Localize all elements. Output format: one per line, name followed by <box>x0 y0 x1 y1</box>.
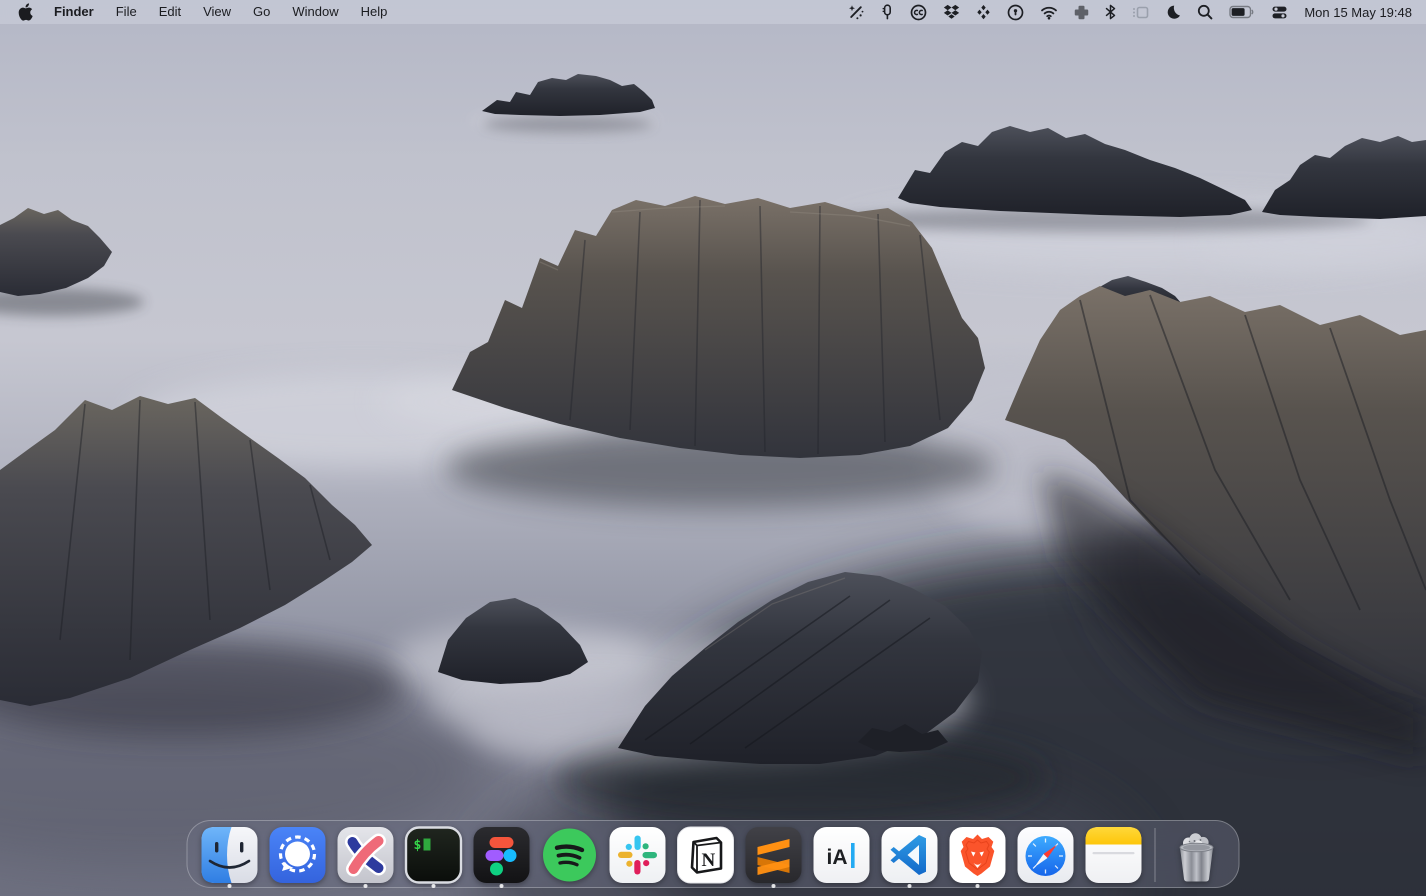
terminal-icon: $ <box>405 826 463 884</box>
dock-item-slack[interactable] <box>609 826 667 889</box>
finder-icon <box>201 826 259 884</box>
running-indicator <box>976 884 980 888</box>
key-pill-icon[interactable] <box>872 0 902 24</box>
battery-icon[interactable] <box>1221 0 1263 24</box>
vscode-icon <box>881 826 939 884</box>
notes-icon <box>1085 826 1143 884</box>
dock-item-terminal[interactable]: $ <box>405 826 463 889</box>
wallpaper-image <box>0 0 1426 896</box>
ia-writer-icon: iA <box>813 826 871 884</box>
adobe-creative-cloud-icon[interactable] <box>902 0 935 24</box>
menu-item-finder[interactable]: Finder <box>44 0 104 24</box>
spotify-icon <box>541 826 599 884</box>
control-center-icon[interactable] <box>1263 0 1296 24</box>
sidebar-display-icon[interactable] <box>1124 0 1157 24</box>
signal-icon <box>269 826 327 884</box>
running-indicator <box>228 884 232 888</box>
dock-item-notes[interactable] <box>1085 826 1143 889</box>
notion-n-glyph: N <box>702 850 716 871</box>
brave-icon <box>949 826 1007 884</box>
dock-item-craft[interactable] <box>337 826 395 889</box>
menu-item-edit[interactable]: Edit <box>149 0 191 24</box>
menu-bar-clock[interactable]: Mon 15 May 19:48 <box>1296 5 1414 20</box>
dock-item-figma[interactable] <box>473 826 531 889</box>
menu-item-help[interactable]: Help <box>351 0 398 24</box>
running-indicator <box>364 884 368 888</box>
running-indicator <box>500 884 504 888</box>
menu-item-view[interactable]: View <box>193 0 241 24</box>
dock-item-finder[interactable] <box>201 826 259 889</box>
health-cross-icon[interactable] <box>1066 0 1097 24</box>
diamond-cluster-icon[interactable] <box>968 0 999 24</box>
dock-item-trash[interactable] <box>1168 826 1226 889</box>
figma-icon <box>473 826 531 884</box>
dock-item-safari[interactable] <box>1017 826 1075 889</box>
apple-logo-icon <box>18 3 33 21</box>
running-indicator <box>772 884 776 888</box>
dock-item-ia-writer[interactable]: iA <box>813 826 871 889</box>
menu-item-go[interactable]: Go <box>243 0 280 24</box>
desktop[interactable]: Finder File Edit View Go Window Help <box>0 0 1426 896</box>
dock-item-sublime-text[interactable] <box>745 826 803 889</box>
menu-item-window[interactable]: Window <box>282 0 348 24</box>
spotlight-search-icon[interactable] <box>1189 0 1221 24</box>
wifi-icon[interactable] <box>1032 0 1066 24</box>
sublime-text-icon <box>745 826 803 884</box>
apple-menu[interactable] <box>12 3 42 21</box>
running-indicator <box>432 884 436 888</box>
1password-icon[interactable] <box>999 0 1032 24</box>
dock-item-spotify[interactable] <box>541 826 599 889</box>
bluetooth-icon[interactable] <box>1097 0 1124 24</box>
dock-item-vscode[interactable] <box>881 826 939 889</box>
dock-item-signal[interactable] <box>269 826 327 889</box>
dock: $ <box>187 820 1240 888</box>
menu-bar: Finder File Edit View Go Window Help <box>0 0 1426 24</box>
safari-icon <box>1017 826 1075 884</box>
dock-item-notion[interactable]: N <box>677 826 735 889</box>
dock-item-brave[interactable] <box>949 826 1007 889</box>
notion-icon: N <box>677 826 735 884</box>
terminal-prompt-glyph: $ <box>414 838 422 853</box>
dropbox-icon[interactable] <box>935 0 968 24</box>
ia-glyph: iA <box>827 846 848 869</box>
slack-icon <box>609 826 667 884</box>
menu-item-file[interactable]: File <box>106 0 147 24</box>
running-indicator <box>908 884 912 888</box>
sparkle-slash-icon[interactable] <box>840 0 872 24</box>
dock-divider[interactable] <box>1155 828 1156 882</box>
craft-icon <box>337 826 395 884</box>
focus-moon-icon[interactable] <box>1157 0 1189 24</box>
trash-full-icon <box>1168 826 1226 884</box>
